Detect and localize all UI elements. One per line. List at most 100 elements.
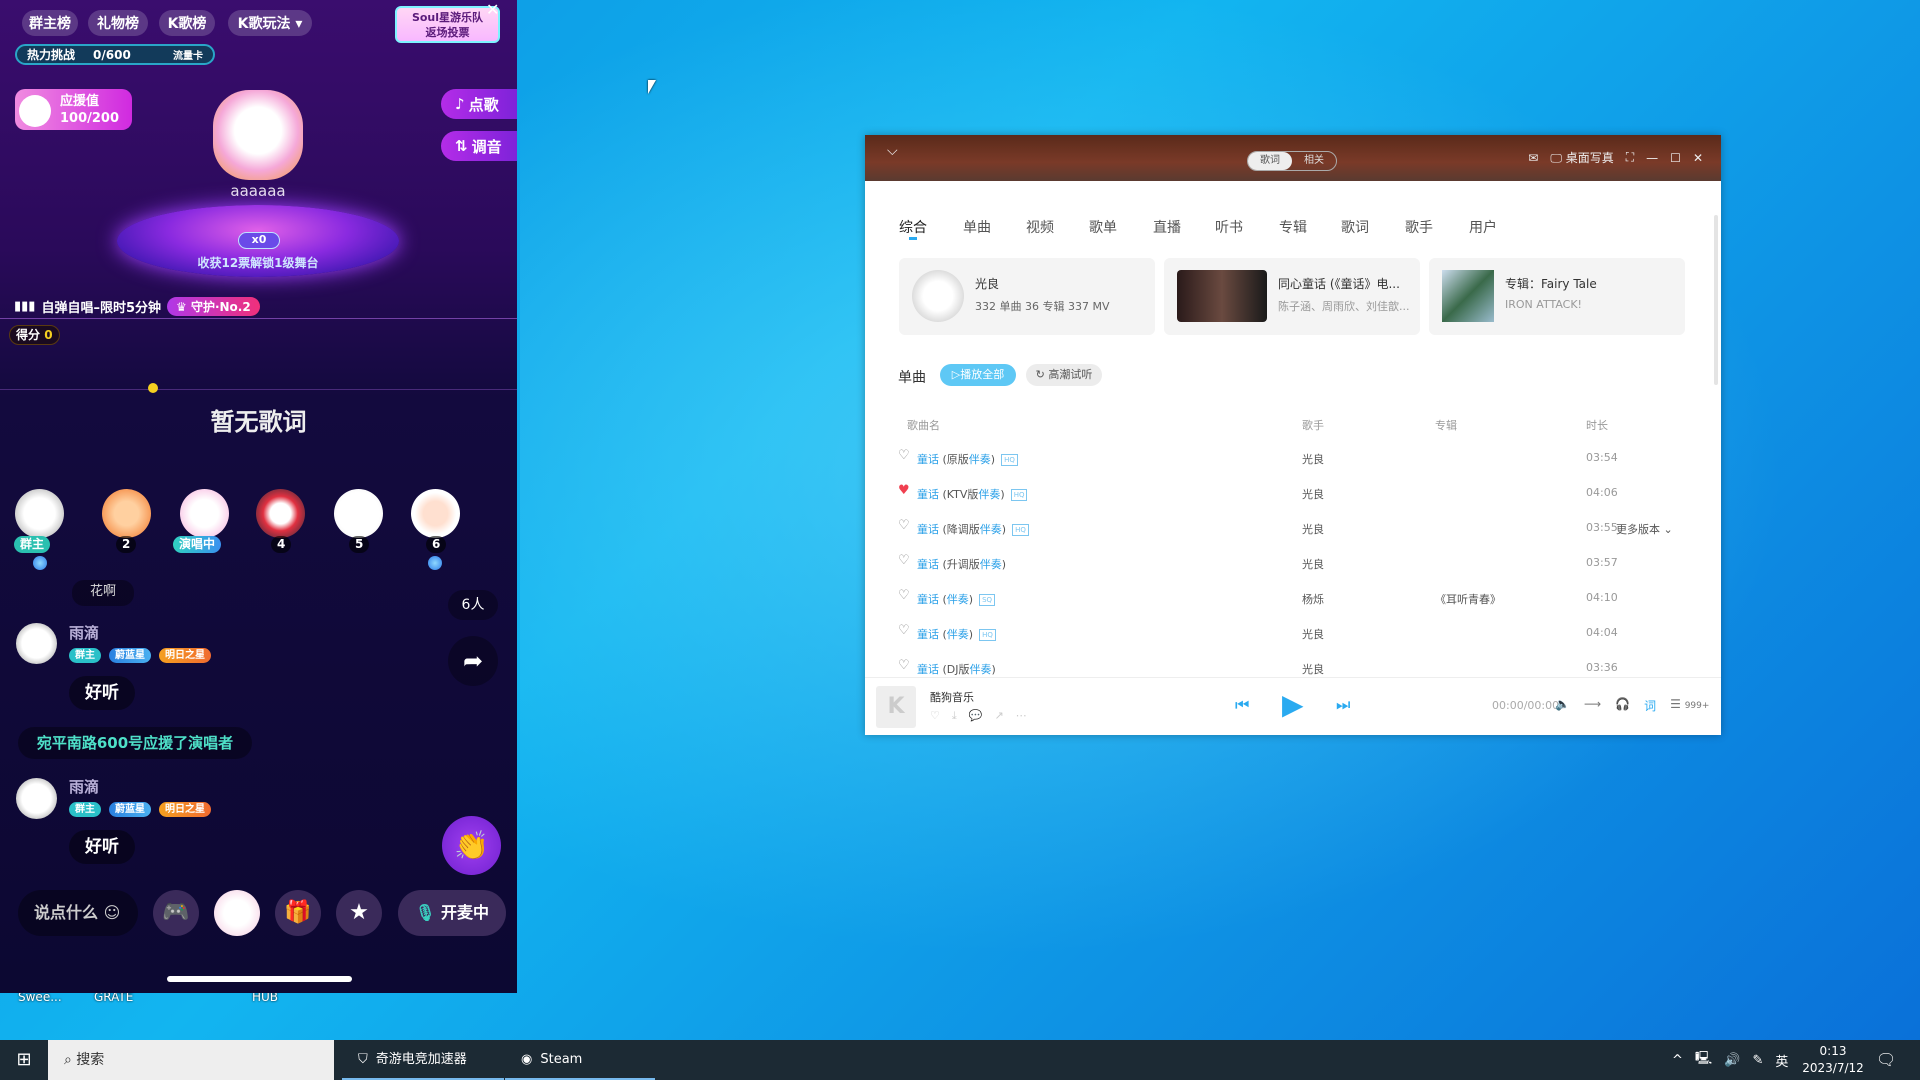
singer-avatar[interactable] (213, 90, 303, 180)
tab-users[interactable]: 用户 (1469, 217, 1497, 237)
song-artist[interactable]: 光良 (1302, 521, 1324, 537)
song-row[interactable]: ♡ 童话 (伴奏) SQ 杨烁 《耳听青春》 04:10 (865, 580, 1721, 615)
tab-audiobooks[interactable]: 听书 (1215, 217, 1243, 237)
heart-icon[interactable]: ♡ (898, 553, 910, 568)
tab-playlists[interactable]: 歌单 (1089, 217, 1117, 237)
guard-badge[interactable]: ♛ 守护·No.2 (167, 297, 260, 316)
desktop-photo-button[interactable]: 🖵 桌面写真 (1550, 149, 1613, 166)
seat-avatar[interactable] (256, 489, 305, 538)
gift-icon[interactable]: 🎁 (275, 890, 321, 936)
chat-avatar[interactable] (16, 778, 57, 819)
maximize-icon[interactable]: ☐ (1670, 151, 1681, 165)
tab-ksong-rank[interactable]: K歌榜 (159, 10, 215, 36)
online-count[interactable]: 6人 (448, 590, 498, 620)
seat-avatar[interactable] (102, 489, 151, 538)
heart-icon[interactable]: ♡ (898, 518, 910, 533)
song-artist[interactable]: 光良 (1302, 486, 1324, 502)
queue-button[interactable]: ☰ 999+ (1670, 697, 1709, 714)
lyrics-related-toggle[interactable]: 歌词 相关 (1247, 151, 1337, 171)
previous-icon[interactable]: ⏮ (1235, 695, 1249, 715)
song-title[interactable]: 童话 (DJ版伴奏) (917, 661, 996, 677)
volume-icon[interactable]: 🔊 (1724, 1053, 1740, 1068)
pen-icon[interactable]: ✎ (1752, 1053, 1763, 1068)
mail-icon[interactable]: ✉ (1528, 151, 1538, 165)
notification-icon[interactable]: 🗨 (1876, 1050, 1896, 1069)
artist-card[interactable]: 光良 332 单曲 36 专辑 337 MV (899, 258, 1155, 335)
clock[interactable]: 0:13 2023/7/12 (1798, 1043, 1868, 1077)
mic-toggle-button[interactable]: 🎙 开麦中 (398, 890, 506, 936)
chat-avatar[interactable] (16, 623, 57, 664)
col-song[interactable]: 歌曲名 (907, 417, 940, 433)
tab-all[interactable]: 综合 (899, 217, 927, 237)
more-icon[interactable]: ⋯ (1016, 709, 1027, 723)
collapse-chevron-icon[interactable]: ⌵ (887, 143, 898, 159)
song-artist[interactable]: 光良 (1302, 661, 1324, 677)
tab-lyrics[interactable]: 歌词 (1341, 217, 1369, 237)
next-icon[interactable]: ⏭ (1336, 695, 1350, 715)
taskbar-search[interactable]: ⌕ 搜索 (48, 1040, 334, 1080)
heart-icon[interactable]: ♥ (898, 483, 910, 498)
game-icon[interactable]: 🎮 (153, 890, 199, 936)
song-title[interactable]: 童话 (伴奏) SQ (917, 591, 996, 607)
tab-live[interactable]: 直播 (1153, 217, 1181, 237)
taskbar-app-steam[interactable]: ◉ Steam (505, 1040, 655, 1080)
heart-icon[interactable]: ♡ (898, 623, 910, 638)
song-title[interactable]: 童话 (伴奏) HQ (917, 626, 996, 642)
song-row[interactable]: ♥ 童话 (KTV版伴奏) HQ 光良 04:06 (865, 475, 1721, 510)
mascot-icon[interactable] (214, 890, 260, 936)
seat-avatar[interactable] (411, 489, 460, 538)
seat-avatar[interactable] (15, 489, 64, 538)
heat-challenge-bar[interactable]: 热力挑战 0/600 流量卡 (15, 44, 215, 65)
download-icon[interactable]: ⤓ (952, 709, 957, 723)
windows-start-icon[interactable]: ⊞ (0, 1040, 48, 1080)
clap-button[interactable]: 👏 (442, 816, 501, 875)
song-album[interactable]: 《耳听青春》 (1435, 591, 1501, 607)
song-title[interactable]: 童话 (原版伴奏) HQ (917, 451, 1018, 467)
video-card[interactable]: 同心童话 (《童话》电... 陈子涵、周雨欣、刘佳歆... (1164, 258, 1420, 335)
song-row[interactable]: ♡ 童话 (降调版伴奏) HQ 光良 03:55 更多版本 ⌄ (865, 510, 1721, 545)
chat-input[interactable]: 说点什么 ☺ (18, 890, 138, 936)
heart-icon[interactable]: ♡ (898, 588, 910, 603)
seat-avatar[interactable] (334, 489, 383, 538)
tab-group-leader-rank[interactable]: 群主榜 (22, 10, 78, 36)
tab-gift-rank[interactable]: 礼物榜 (88, 10, 148, 36)
song-row[interactable]: ♡ 童话 (伴奏) HQ 光良 04:04 (865, 615, 1721, 650)
fullscreen-icon[interactable]: ⛶ (1626, 150, 1634, 165)
emoji-icon[interactable]: ☺ (104, 903, 121, 922)
ksong-mode-dropdown[interactable]: K歌玩法 ▾ (228, 10, 312, 36)
scrollbar[interactable] (1714, 215, 1718, 385)
like-icon[interactable]: ♡ (930, 709, 940, 723)
request-song-button[interactable]: ♪ 点歌 (441, 89, 517, 119)
play-all-button[interactable]: ▷播放全部 (940, 364, 1016, 386)
support-value[interactable]: 应援值 100/200 (15, 89, 132, 130)
col-album[interactable]: 专辑 (1435, 417, 1457, 433)
event-banner[interactable]: Soul星游乐队 返场投票 (395, 6, 500, 43)
col-artist[interactable]: 歌手 (1302, 417, 1324, 433)
home-indicator[interactable] (167, 976, 352, 982)
song-artist[interactable]: 杨烁 (1302, 591, 1324, 607)
tab-videos[interactable]: 视频 (1026, 217, 1054, 237)
song-row[interactable]: ♡ 童话 (原版伴奏) HQ 光良 03:54 (865, 440, 1721, 475)
network-icon[interactable]: 🖳 (1695, 1049, 1712, 1071)
chevron-up-icon[interactable]: ^ (1672, 1053, 1683, 1068)
share-icon[interactable]: ➦ (448, 636, 498, 686)
minimize-icon[interactable]: — (1646, 151, 1658, 165)
share-icon[interactable]: ↗ (994, 709, 1003, 723)
heart-icon[interactable]: ♡ (898, 658, 910, 673)
loop-icon[interactable]: ⟶ (1584, 697, 1601, 714)
song-title[interactable]: 童话 (KTV版伴奏) HQ (917, 486, 1028, 502)
song-artist[interactable]: 光良 (1302, 626, 1324, 642)
lyrics-button[interactable]: 词 (1644, 697, 1656, 714)
song-row[interactable]: ♡ 童话 (升调版伴奏) 光良 03:57 (865, 545, 1721, 580)
play-icon[interactable]: ▶ (1282, 688, 1304, 721)
song-title[interactable]: 童话 (升调版伴奏) (917, 556, 1006, 572)
album-card[interactable]: 专辑：Fairy Tale IRON ATTACK! (1429, 258, 1685, 335)
volume-icon[interactable]: 🔈 (1555, 697, 1570, 714)
segment-lyrics[interactable]: 歌词 (1248, 152, 1292, 170)
taskbar-app-qiyou[interactable]: ⛉ 奇游电竞加速器 (342, 1040, 504, 1080)
song-artist[interactable]: 光良 (1302, 451, 1324, 467)
tab-albums[interactable]: 专辑 (1279, 217, 1307, 237)
heart-icon[interactable]: ♡ (898, 448, 910, 463)
climax-preview-button[interactable]: ↻ 高潮试听 (1026, 364, 1102, 386)
tab-artists[interactable]: 歌手 (1405, 217, 1433, 237)
